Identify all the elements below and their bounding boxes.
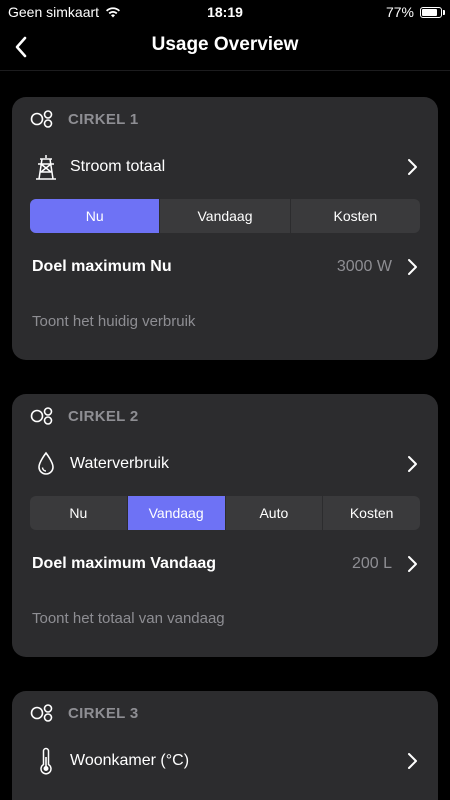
card-header: CIRKEL 1 — [12, 97, 438, 141]
card-header: CIRKEL 2 — [12, 394, 438, 438]
card-label: CIRKEL 2 — [68, 407, 139, 425]
source-row-temperature[interactable]: Woonkamer (°C) — [12, 735, 438, 787]
water-drop-icon — [32, 450, 60, 478]
segment-costs[interactable]: Kosten — [323, 496, 420, 530]
chevron-right-icon — [408, 753, 417, 769]
battery-area: 77% — [385, 4, 445, 20]
goal-row[interactable]: Doel maximum Nu 3000 W — [12, 237, 438, 297]
circle-card-3: CIRKEL 3 Woonkamer (°C) — [12, 691, 438, 800]
card-description: Toont het totaal van vandaag — [32, 610, 225, 627]
page-title: Usage Overview — [151, 34, 299, 55]
chevron-right-icon — [408, 456, 417, 472]
source-label: Stroom totaal — [70, 158, 166, 175]
segment-now[interactable]: Nu — [30, 496, 128, 530]
segment-auto[interactable]: Auto — [226, 496, 324, 530]
card-header: CIRKEL 3 — [12, 691, 438, 735]
circles-icon — [30, 704, 53, 722]
source-label: Woonkamer (°C) — [70, 752, 190, 769]
source-label: Waterverbruik — [70, 455, 169, 472]
segment-today[interactable]: Vandaag — [160, 199, 291, 233]
chevron-right-icon — [408, 556, 417, 572]
card-label: CIRKEL 1 — [68, 110, 139, 128]
card-description: Toont het huidig verbruik — [32, 313, 196, 330]
goal-value: 200 L — [351, 555, 392, 572]
battery-icon — [420, 6, 445, 18]
goal-label: Doel maximum Nu — [32, 258, 172, 275]
goal-label: Doel maximum Vandaag — [32, 555, 217, 572]
circles-icon — [30, 110, 53, 128]
goal-value: 3000 W — [336, 258, 392, 275]
goal-row[interactable]: Doel maximum Vandaag 200 L — [12, 534, 438, 594]
power-pylon-icon — [32, 153, 60, 181]
battery-percent: 77% — [385, 4, 414, 20]
main-content: CIRKEL 1 Stroom totaal Nu Vandaag Kosten… — [0, 71, 450, 800]
mode-segmented-control: Nu Vandaag Kosten — [30, 199, 420, 233]
nav-bar: Usage Overview — [0, 24, 450, 71]
segment-costs[interactable]: Kosten — [291, 199, 420, 233]
circle-card-2: CIRKEL 2 Waterverbruik Nu Vandaag Auto K… — [12, 394, 438, 657]
chevron-right-icon — [408, 259, 417, 275]
segment-now[interactable]: Nu — [30, 199, 161, 233]
circles-icon — [30, 407, 53, 425]
source-row-electricity[interactable]: Stroom totaal — [12, 141, 438, 193]
mode-segmented-control: Nu Vandaag Auto Kosten — [30, 496, 420, 530]
thermometer-icon — [32, 747, 60, 775]
segment-today[interactable]: Vandaag — [127, 496, 226, 530]
source-row-water[interactable]: Waterverbruik — [12, 438, 438, 490]
card-label: CIRKEL 3 — [68, 704, 139, 722]
status-bar: Geen simkaart 18:19 77% — [0, 0, 450, 24]
circle-card-1: CIRKEL 1 Stroom totaal Nu Vandaag Kosten… — [12, 97, 438, 360]
status-time: 18:19 — [207, 4, 243, 20]
chevron-right-icon — [408, 159, 417, 175]
